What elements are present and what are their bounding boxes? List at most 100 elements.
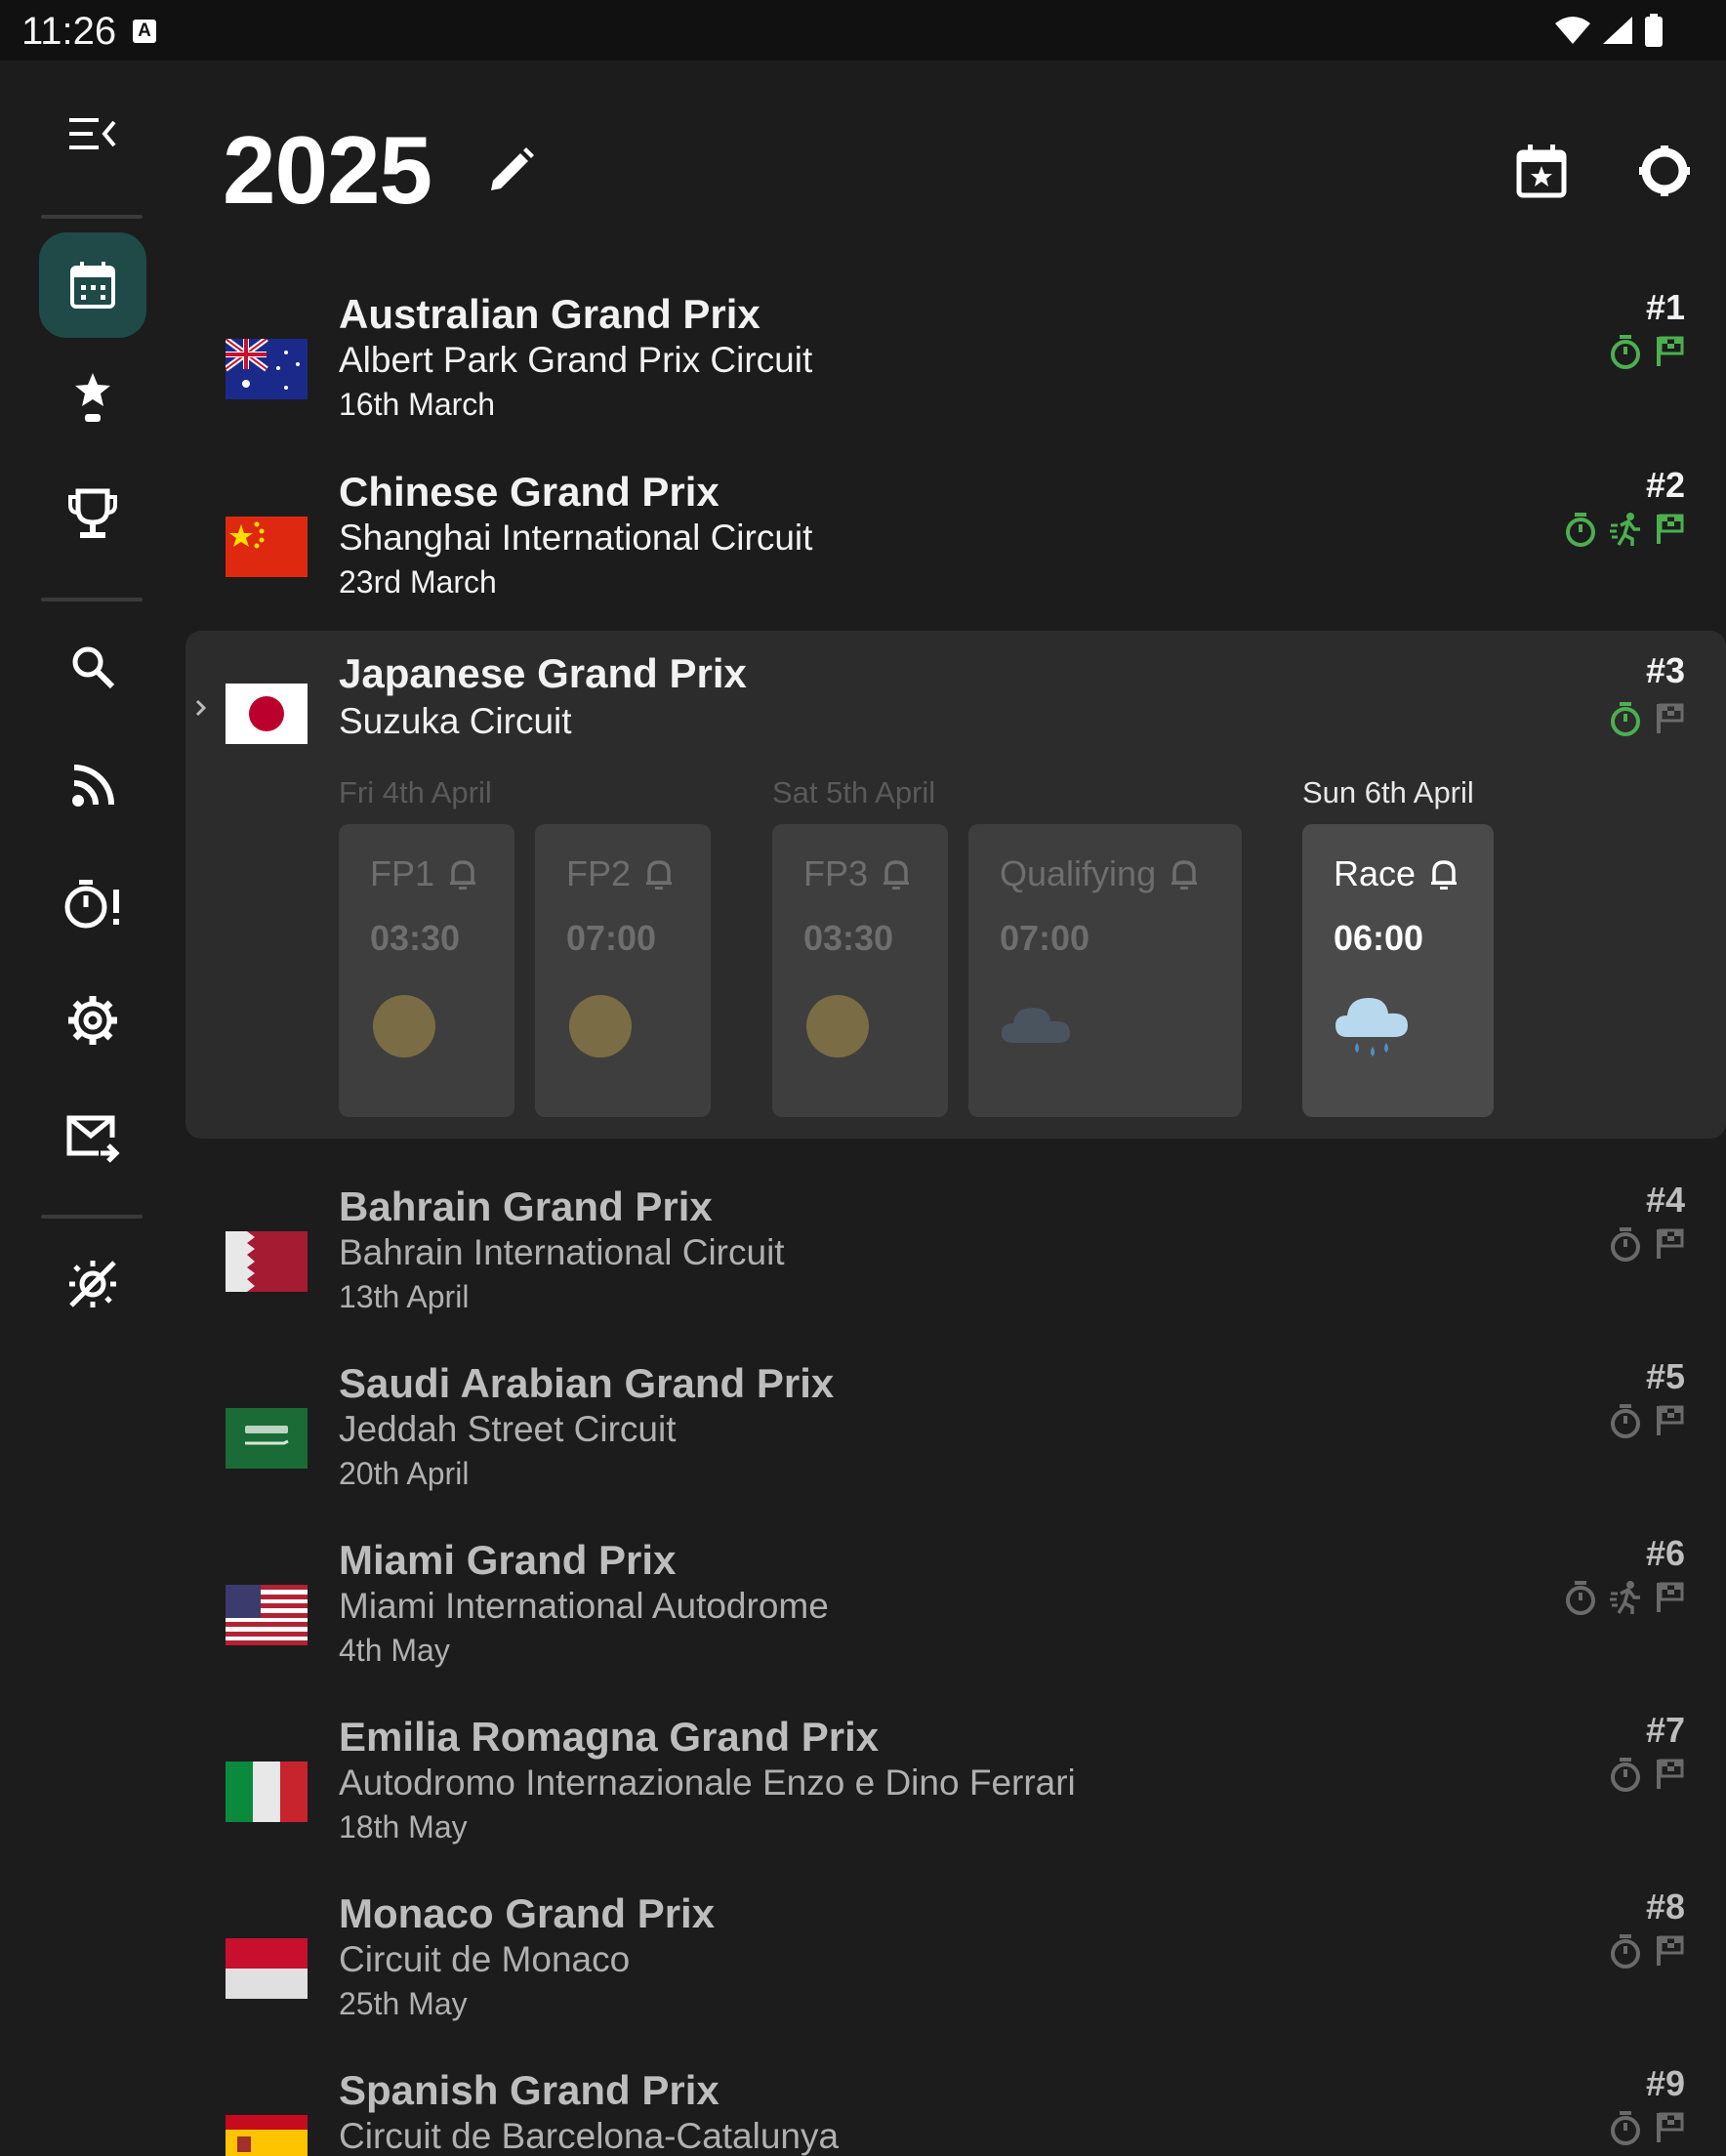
status-time: 11:26 — [21, 10, 117, 53]
race-date: 20th April — [339, 1456, 470, 1491]
race-circuit: Shanghai International Circuit — [339, 518, 813, 558]
session-indicators — [1564, 1580, 1685, 1615]
edit-season-button[interactable] — [476, 137, 545, 205]
stopwatch-icon — [1611, 335, 1640, 369]
race-row[interactable]: Miami Grand Prix Miami International Aut… — [185, 1531, 1726, 1707]
session-card[interactable]: Qualifying 07:00 — [968, 824, 1242, 1117]
app-root: 11:26 A 2025 Australian Grand Prix Alber… — [0, 0, 1726, 2156]
session-label: FP3 — [803, 853, 869, 893]
race-row-expanded[interactable]: Japanese Grand Prix Suzuka Circuit #3 Fr… — [185, 631, 1726, 1139]
bell-icon[interactable] — [448, 857, 477, 891]
stopwatch-icon — [1611, 2111, 1640, 2145]
search-icon — [72, 646, 115, 689]
sprint-icon — [1610, 513, 1640, 546]
bell-icon[interactable] — [644, 857, 674, 891]
checkered-flag-icon — [1657, 1582, 1684, 1612]
session-indicators — [1609, 1757, 1685, 1792]
sun-icon — [806, 995, 869, 1057]
rain-icon — [1336, 998, 1408, 1057]
session-indicators — [1609, 1933, 1685, 1969]
session-indicators — [1609, 1226, 1685, 1262]
nav-reminders[interactable] — [39, 859, 146, 947]
nav-theme-toggle[interactable] — [39, 1240, 146, 1328]
race-date: 18th May — [339, 1809, 468, 1845]
nav-driver-standings[interactable] — [39, 353, 146, 441]
session-indicators — [1564, 512, 1685, 547]
nav-calendar[interactable] — [39, 232, 146, 338]
settings-button[interactable] — [1630, 137, 1699, 205]
nav-search[interactable] — [39, 623, 146, 711]
day-label: Sun 6th April — [1302, 775, 1474, 809]
stopwatch-icon — [1611, 702, 1640, 736]
race-name: Saudi Arabian Grand Prix — [339, 1360, 835, 1406]
race-row[interactable]: Australian Grand Prix Albert Park Grand … — [185, 285, 1726, 461]
stopwatch-icon — [1566, 513, 1595, 547]
bell-icon[interactable] — [1170, 857, 1199, 891]
timer-alert-icon — [64, 880, 119, 929]
race-row[interactable]: Saudi Arabian Grand Prix Jeddah Street C… — [185, 1354, 1726, 1530]
bell-icon[interactable] — [882, 857, 911, 891]
flag-china — [226, 517, 308, 577]
stopwatch-icon — [1611, 1934, 1640, 1969]
session-label: Qualifying — [1000, 853, 1157, 893]
race-row[interactable]: Emilia Romagna Grand Prix Autodromo Inte… — [185, 1708, 1726, 1884]
race-row[interactable]: Chinese Grand Prix Shanghai Internationa… — [185, 463, 1726, 639]
flag-saudi-arabia — [226, 1408, 308, 1469]
race-circuit: Suzuka Circuit — [339, 701, 572, 741]
sprint-icon — [1610, 1581, 1640, 1614]
session-label: FP2 — [566, 853, 632, 893]
session-time: 03:30 — [370, 918, 461, 958]
rss-icon — [72, 765, 114, 807]
status-badge: A — [133, 20, 156, 43]
checkered-flag-icon — [1657, 336, 1684, 366]
race-date: 16th March — [339, 387, 496, 422]
flag-monaco — [226, 1938, 308, 1999]
chevron-right-icon — [195, 699, 207, 717]
race-date: 25th May — [339, 1986, 468, 2021]
race-name: Spanish Grand Prix — [339, 2067, 719, 2113]
race-name: Japanese Grand Prix — [339, 650, 747, 696]
menu-open-icon — [69, 118, 116, 149]
session-card[interactable]: Race 06:00 — [1302, 824, 1494, 1117]
sun-icon — [569, 995, 632, 1057]
race-round: #6 — [1645, 1533, 1685, 1573]
status-icons — [1554, 14, 1664, 47]
race-round: #4 — [1645, 1180, 1685, 1220]
battery-icon — [1645, 14, 1663, 47]
session-indicators — [1609, 701, 1685, 736]
pencil-icon — [491, 147, 534, 190]
bell-icon[interactable] — [1429, 857, 1459, 891]
session-indicators — [1609, 334, 1685, 369]
flag-usa — [226, 1585, 308, 1645]
mail-forward-icon — [66, 1115, 120, 1163]
navigation-rail — [0, 61, 185, 2156]
gear-icon — [1639, 145, 1690, 196]
rail-divider — [41, 598, 143, 601]
race-round: #3 — [1645, 650, 1685, 690]
session-time: 07:00 — [1000, 918, 1090, 958]
session-card[interactable]: FP2 07:00 — [535, 824, 711, 1117]
favourites-calendar-button[interactable] — [1507, 137, 1576, 205]
gear-icon — [68, 996, 117, 1045]
nav-constructor-standings[interactable] — [39, 471, 146, 559]
calendar-star-icon — [1516, 145, 1567, 198]
nav-settings[interactable] — [39, 976, 146, 1064]
race-circuit: Circuit de Monaco — [339, 1939, 631, 1979]
race-row[interactable]: Monaco Grand Prix Circuit de Monaco 25th… — [185, 1885, 1726, 2060]
race-circuit: Albert Park Grand Prix Circuit — [339, 340, 813, 380]
race-round: #1 — [1645, 287, 1685, 327]
calendar-icon — [70, 262, 115, 309]
flag-australia — [226, 339, 308, 399]
nav-news[interactable] — [39, 742, 146, 830]
race-row[interactable]: Spanish Grand Prix Circuit de Barcelona-… — [185, 2061, 1726, 2156]
flag-bahrain — [226, 1231, 308, 1292]
session-card[interactable]: FP1 03:30 — [339, 824, 514, 1117]
session-label: FP1 — [370, 853, 435, 893]
session-indicators — [1609, 1403, 1685, 1438]
star-person-icon — [75, 373, 110, 422]
stopwatch-icon — [1611, 1758, 1640, 1792]
session-card[interactable]: FP3 03:30 — [772, 824, 948, 1117]
race-row[interactable]: Bahrain Grand Prix Bahrain International… — [185, 1178, 1726, 1353]
nav-feedback[interactable] — [39, 1096, 146, 1183]
menu-collapse-button[interactable] — [39, 90, 146, 178]
